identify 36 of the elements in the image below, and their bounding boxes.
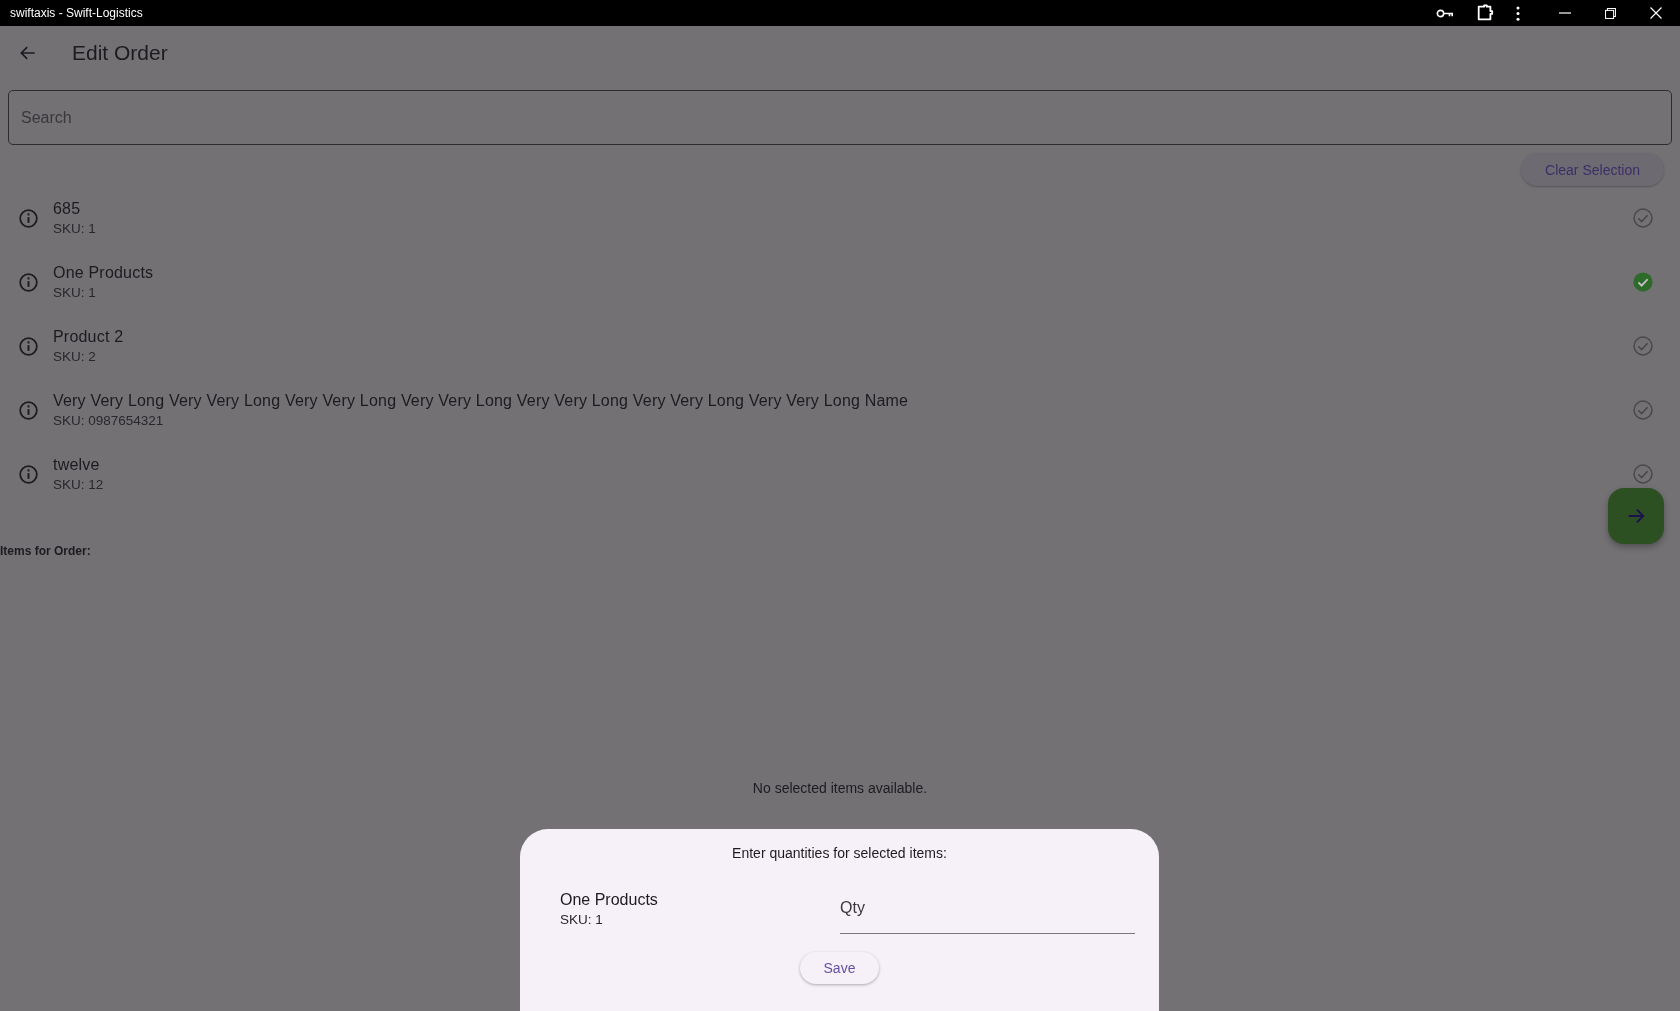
more-icon[interactable] bbox=[1516, 5, 1520, 21]
product-name: 685 bbox=[53, 200, 82, 218]
product-name: twelve bbox=[53, 456, 101, 474]
restore-icon[interactable] bbox=[1605, 7, 1616, 19]
info-icon[interactable] bbox=[18, 399, 39, 421]
checked-circle-icon[interactable] bbox=[1632, 271, 1654, 293]
page-title: Edit Order bbox=[72, 41, 168, 65]
quantity-field[interactable]: Qty bbox=[840, 883, 1135, 934]
product-sku: SKU: 1 bbox=[53, 285, 97, 300]
sheet-prompt: Enter quantities for selected items: bbox=[732, 845, 947, 861]
check-circle-icon[interactable] bbox=[1632, 399, 1654, 421]
info-icon[interactable] bbox=[18, 207, 39, 229]
window-title: swiftaxis - Swift-Logistics bbox=[10, 6, 143, 20]
product-sku: SKU: 12 bbox=[53, 477, 105, 492]
key-icon[interactable] bbox=[1436, 7, 1454, 19]
save-button[interactable]: Save bbox=[799, 952, 880, 984]
info-icon[interactable] bbox=[18, 463, 39, 485]
check-circle-icon[interactable] bbox=[1632, 463, 1654, 485]
product-sku: SKU: 0987654321 bbox=[53, 413, 165, 428]
product-name: Very Very Long Very Very Long Very Very Long Very Very Long Very Very Long Very Very Long Very Very Long Name bbox=[53, 392, 910, 410]
product-name: Product 2 bbox=[53, 328, 125, 346]
next-button[interactable] bbox=[1608, 488, 1664, 544]
check-circle-icon[interactable] bbox=[1632, 207, 1654, 229]
check-circle-icon[interactable] bbox=[1632, 335, 1654, 357]
close-icon[interactable] bbox=[1650, 7, 1662, 19]
puzzle-icon[interactable] bbox=[1476, 4, 1494, 22]
product-name: One Products bbox=[53, 264, 155, 282]
item-sku: SKU: 1 bbox=[560, 912, 604, 927]
item-name: One Products bbox=[560, 891, 659, 909]
search-field[interactable]: Search bbox=[8, 90, 1672, 145]
info-icon[interactable] bbox=[18, 271, 39, 293]
info-icon[interactable] bbox=[18, 335, 39, 357]
empty-message: No selected items available. bbox=[752, 780, 928, 796]
section-heading: Items for Order: bbox=[0, 544, 91, 558]
product-sku: SKU: 2 bbox=[53, 349, 97, 364]
product-sku: SKU: 1 bbox=[53, 221, 97, 236]
